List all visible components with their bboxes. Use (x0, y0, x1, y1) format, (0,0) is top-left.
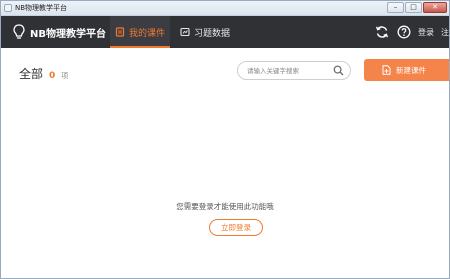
tab-exercise-data[interactable]: 习题数据 (177, 16, 240, 48)
login-link[interactable]: 登录 (418, 27, 434, 38)
courseware-icon (115, 27, 125, 37)
empty-state-message: 您需要登录才能使用此功能哦 (176, 202, 274, 211)
header-actions: 登录 注 (374, 16, 449, 48)
search-input[interactable] (247, 64, 327, 77)
search-box (237, 61, 351, 80)
app-logo: NB物理教学平台 (13, 23, 106, 41)
section-heading: 全部 0 项 (19, 65, 68, 82)
content-toolbar: 全部 0 项 新建课件 (1, 48, 449, 96)
close-button[interactable]: ✕ (423, 2, 447, 13)
new-courseware-button[interactable]: 新建课件 (364, 59, 449, 81)
tab-exercise-data-label: 习题数据 (194, 28, 231, 39)
lightbulb-icon (13, 24, 25, 39)
app-name: NB物理教学平台 (30, 28, 106, 40)
app-window: NB物理教学平台 – □ ✕ NB物理教学平台 我的课件 习题数据 登录 注 全… (0, 0, 450, 279)
app-icon (4, 4, 12, 12)
minimize-button[interactable]: – (387, 2, 404, 13)
maximize-button[interactable]: □ (405, 2, 422, 13)
item-count-unit: 项 (61, 72, 69, 80)
window-titlebar[interactable]: NB物理教学平台 – □ ✕ (1, 1, 449, 16)
tab-my-courseware[interactable]: 我的课件 (110, 16, 170, 48)
section-title: 全部 (19, 67, 44, 81)
search-icon[interactable] (333, 65, 344, 76)
refresh-icon[interactable] (374, 24, 390, 40)
new-courseware-label: 新建课件 (396, 65, 426, 75)
help-icon[interactable] (396, 24, 412, 40)
exercise-data-icon (180, 27, 190, 37)
register-link[interactable]: 注 (441, 27, 449, 38)
window-controls: – □ ✕ (387, 2, 447, 13)
item-count: 0 (49, 71, 56, 81)
tab-my-courseware-label: 我的课件 (128, 28, 165, 39)
new-file-icon (382, 65, 391, 75)
window-title: NB物理教学平台 (15, 4, 68, 12)
app-header: NB物理教学平台 我的课件 习题数据 登录 注 (1, 16, 449, 48)
login-now-button[interactable]: 立即登录 (209, 219, 263, 236)
